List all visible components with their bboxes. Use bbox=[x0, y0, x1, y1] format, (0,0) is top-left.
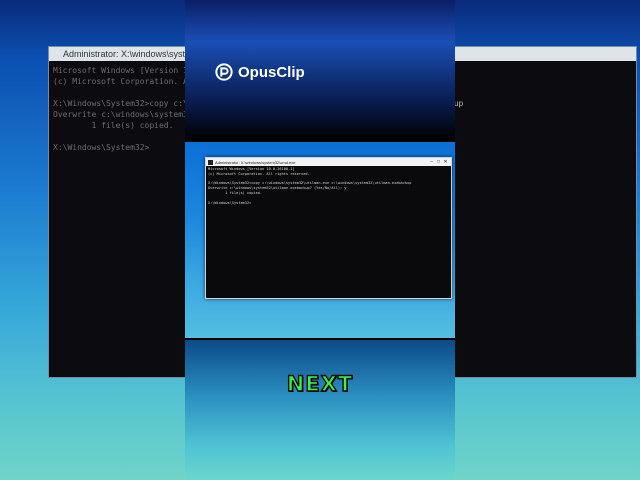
cmd-output[interactable]: Microsoft Windows [Version 10.0.26100.1]… bbox=[206, 166, 451, 206]
cmd-window[interactable]: Administrator: X:\windows\system32\cmd.e… bbox=[205, 157, 452, 299]
close-icon[interactable]: ✕ bbox=[442, 159, 449, 165]
video-column: OpusClip Administrator: X:\windows\syste… bbox=[185, 0, 455, 480]
background-cmd-text-right: exebackup bbox=[455, 99, 464, 108]
background-cmd-text-left: Microsoft Windows [Version 1 (c) Microso… bbox=[53, 66, 185, 152]
minimize-icon[interactable]: – bbox=[428, 159, 435, 165]
cmd-titlebar[interactable]: Administrator: X:\windows\system32\cmd.e… bbox=[206, 158, 451, 166]
background-left: Administrator: X:\windows\system32 Micro… bbox=[0, 0, 185, 480]
opusclip-logo-icon bbox=[215, 63, 233, 81]
background-right: exebackup bbox=[455, 0, 640, 480]
background-cmd-window-left: Administrator: X:\windows\system32 Micro… bbox=[48, 46, 185, 378]
cmd-title: Administrator: X:\windows\system32\cmd.e… bbox=[215, 159, 296, 165]
cmd-icon bbox=[208, 159, 213, 165]
bottom-blur-area bbox=[185, 340, 455, 480]
maximize-icon[interactable]: □ bbox=[435, 159, 442, 165]
background-cmd-window-right: exebackup bbox=[455, 46, 637, 378]
brand-name: OpusClip bbox=[238, 63, 305, 81]
opusclip-watermark: OpusClip bbox=[215, 63, 305, 81]
caption-text: NEXT bbox=[286, 371, 354, 396]
desktop-screen: Administrator: X:\windows\system32\cmd.e… bbox=[185, 142, 455, 338]
background-cmd-title: Administrator: X:\windows\system32 bbox=[49, 47, 185, 61]
